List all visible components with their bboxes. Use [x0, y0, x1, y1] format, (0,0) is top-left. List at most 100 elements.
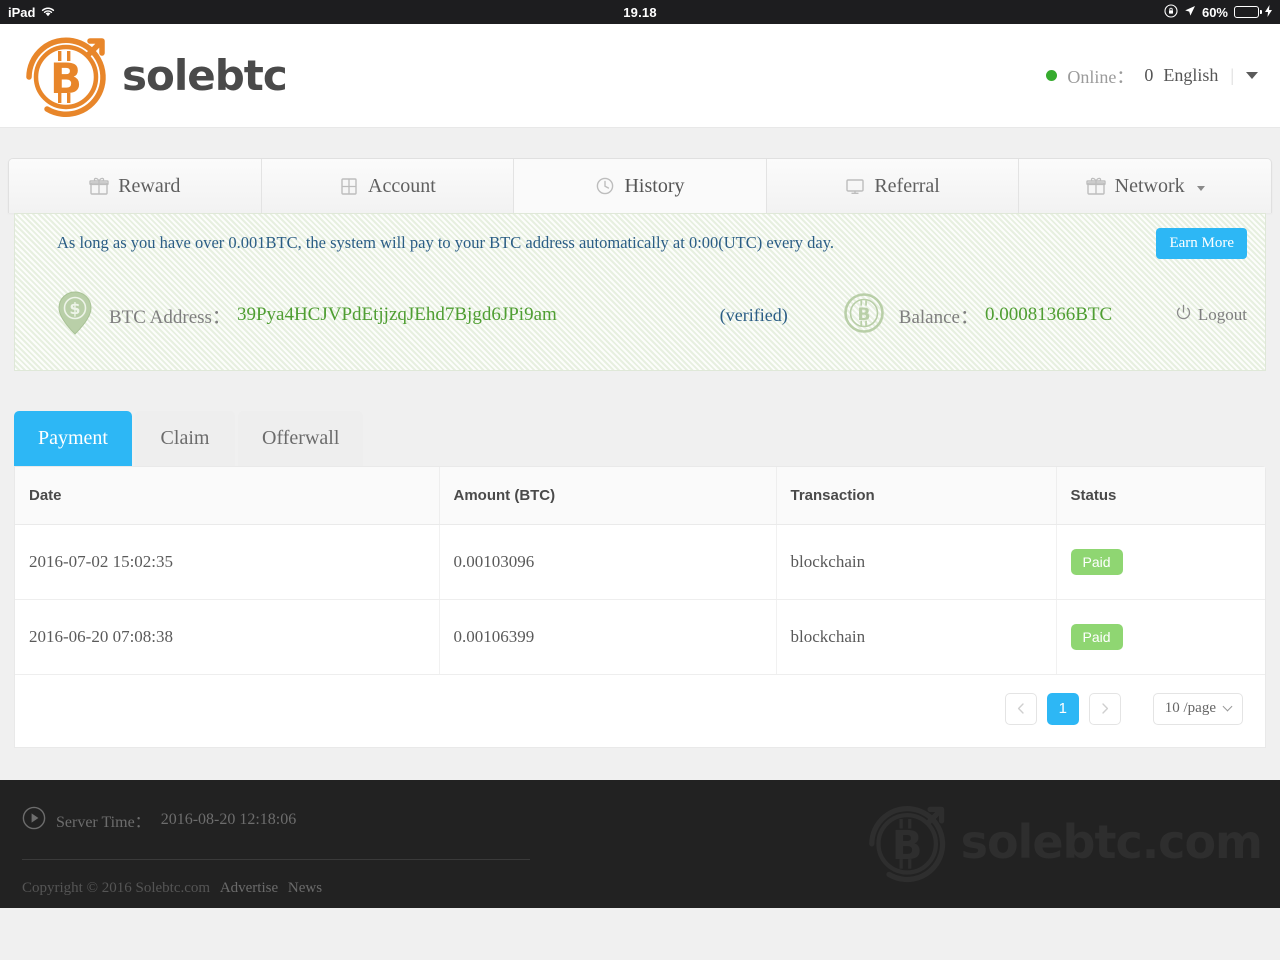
nav-tab-label: Referral: [874, 174, 940, 197]
btc-address-value: 39Pya4HCJVPdEtjjzqJEhd7Bjgd6JPi9am: [236, 304, 557, 325]
chevron-right-icon: [1102, 703, 1108, 714]
cell-status: Paid: [1056, 524, 1265, 600]
earn-more-button[interactable]: Earn More: [1156, 228, 1247, 259]
cell-transaction: blockchain: [776, 524, 1057, 600]
online-status-dot: [1046, 70, 1058, 81]
gift-icon: [1085, 176, 1106, 196]
footer-watermark: B solebtc.com: [865, 796, 1263, 889]
payment-history-card: Date Amount (BTC) Transaction Status 201…: [14, 465, 1266, 748]
nav-tab-network[interactable]: Network: [1019, 159, 1271, 213]
online-count: 0: [1144, 65, 1154, 85]
table-row[interactable]: 2016-07-02 15:02:35 0.00103096 blockchai…: [15, 524, 1265, 600]
bitcoin-circle-icon: B: [843, 292, 885, 339]
site-logo[interactable]: B solebtc: [22, 27, 288, 124]
pagination: 1 10 /page: [15, 675, 1265, 747]
balance-label: Balance：: [898, 306, 979, 328]
language-selector[interactable]: English: [1163, 65, 1218, 86]
status-bar-clock: 19.18: [623, 4, 657, 20]
verified-badge: (verified): [719, 304, 788, 325]
account-summary-panel: As long as you have over 0.001BTC, the s…: [14, 213, 1266, 371]
table-header-row: Date Amount (BTC) Transaction Status: [15, 466, 1265, 525]
cell-date: 2016-07-02 15:02:35: [15, 524, 440, 600]
cell-amount: 0.00103096: [439, 524, 777, 600]
nav-tab-label: History: [624, 174, 685, 197]
svg-text:B: B: [857, 305, 870, 325]
nav-tab-label: Account: [368, 174, 436, 197]
chevron-down-icon: [1196, 185, 1205, 191]
pagination-page-1[interactable]: 1: [1046, 692, 1079, 725]
main-nav-tabs: Reward Account History Referral Network: [8, 158, 1272, 213]
news-link[interactable]: News: [288, 880, 322, 896]
page-size-select[interactable]: 10 /page: [1152, 692, 1243, 725]
pagination-prev-button[interactable]: [1004, 692, 1037, 725]
footer-divider: [22, 858, 530, 860]
payment-history-table: Date Amount (BTC) Transaction Status 201…: [15, 466, 1265, 675]
header-right-controls: Online： 0 English |: [1046, 63, 1258, 89]
battery-percent-label: 60%: [1201, 4, 1228, 20]
cell-date: 2016-06-20 07:08:38: [15, 599, 440, 675]
table-body: 2016-07-02 15:02:35 0.00103096 blockchai…: [15, 524, 1265, 675]
nav-tab-history[interactable]: History: [514, 159, 767, 213]
balance-value: 0.00081366BTC: [984, 304, 1113, 325]
charging-bolt-icon: [1265, 4, 1272, 20]
table-head: Date Amount (BTC) Transaction Status: [15, 466, 1265, 525]
nav-tab-label: Reward: [118, 174, 181, 197]
pagination-next-button[interactable]: [1088, 692, 1121, 725]
logout-button[interactable]: Logout: [1175, 304, 1247, 326]
power-icon: [1175, 304, 1192, 326]
ios-status-bar: iPad 19.18 60%: [0, 0, 1280, 24]
card-icon: [339, 176, 359, 196]
chevron-down-icon: [1222, 701, 1233, 712]
column-header-amount: Amount (BTC): [439, 466, 777, 525]
nav-tab-referral[interactable]: Referral: [766, 159, 1020, 213]
svg-text:$: $: [69, 299, 80, 318]
battery-icon: [1234, 6, 1262, 18]
caret-down-icon[interactable]: [1246, 72, 1258, 79]
bottom-bar: [0, 907, 1280, 912]
copyright-text: Copyright © 2016 Solebtc.com: [22, 879, 211, 896]
table-row[interactable]: 2016-06-20 07:08:38 0.00106399 blockchai…: [15, 599, 1265, 675]
sub-tab-claim[interactable]: Claim: [135, 410, 235, 466]
header-separator: |: [1230, 65, 1234, 85]
gift-icon: [89, 176, 109, 196]
sub-tab-offerwall[interactable]: Offerwall: [238, 410, 364, 466]
status-badge: Paid: [1070, 548, 1123, 575]
column-header-transaction: Transaction: [776, 466, 1057, 525]
watermark-text: solebtc.com: [960, 815, 1263, 869]
logout-label: Logout: [1197, 305, 1247, 324]
monitor-icon: [845, 176, 865, 196]
clock-icon: [595, 176, 615, 196]
payout-notice-text: As long as you have over 0.001BTC, the s…: [57, 233, 835, 253]
nav-tab-reward[interactable]: Reward: [9, 159, 262, 213]
bitcoin-logo-icon: B: [22, 27, 118, 124]
map-pin-dollar-icon: $: [55, 289, 95, 342]
history-sub-tabs: Payment Claim Offerwall: [14, 410, 1280, 466]
play-circle-icon: [22, 806, 46, 835]
payout-notice-row: As long as you have over 0.001BTC, the s…: [15, 214, 1265, 271]
svg-text:B: B: [891, 823, 922, 869]
online-label: Online：: [1067, 66, 1135, 87]
cell-status: Paid: [1056, 599, 1265, 675]
column-header-date: Date: [15, 466, 440, 525]
column-header-status: Status: [1056, 466, 1265, 525]
bitcoin-logo-icon: B: [865, 796, 957, 889]
sub-tab-payment[interactable]: Payment: [14, 410, 132, 466]
location-arrow-icon: [1184, 5, 1196, 20]
balance-block: B Balance： 0.00081366BTC: [843, 292, 1112, 339]
chevron-left-icon: [1017, 703, 1024, 714]
nav-tabs-wrapper: Reward Account History Referral Network: [0, 128, 1280, 213]
status-bar-right: 60%: [1164, 3, 1272, 21]
server-time-label: Server Time：: [56, 814, 151, 831]
svg-text:B: B: [50, 54, 82, 103]
server-time-value: 2016-08-20 12:18:06: [160, 811, 297, 828]
page-size-label: 10 /page: [1164, 700, 1216, 716]
site-footer: Server Time： 2016-08-20 12:18:06 Copyrig…: [0, 779, 1280, 908]
btc-address-label: BTC Address：: [109, 306, 231, 328]
logo-wordmark: solebtc: [122, 51, 288, 100]
nav-tab-label: Network: [1114, 174, 1185, 197]
cell-amount: 0.00106399: [439, 599, 777, 675]
advertise-link[interactable]: Advertise: [220, 880, 278, 896]
nav-tab-account[interactable]: Account: [261, 159, 515, 213]
status-badge: Paid: [1070, 623, 1123, 650]
site-header: B solebtc Online： 0 English |: [0, 24, 1280, 128]
